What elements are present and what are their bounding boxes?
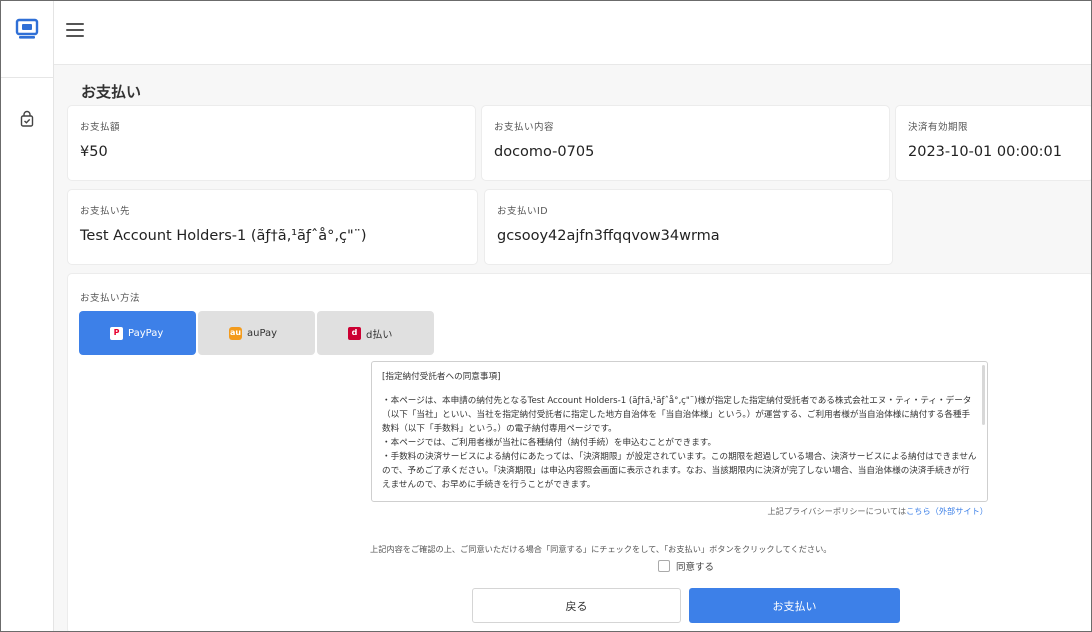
payment-id-value: gcsooy42ajfn3ffqqvow34wrma <box>497 228 720 244</box>
deadline-card: 決済有効期限 2023-10-01 00:00:01 <box>896 106 1091 180</box>
agree-label[interactable]: 同意する <box>676 559 714 573</box>
terms-heading: [指定納付受託者への同意事項] <box>382 372 501 382</box>
app-window: お支払い お支払額 ¥50 お支払い内容 docomo-0705 決済有効期限 … <box>0 0 1092 632</box>
privacy-note: 上記プライバシーポリシーについてはこちら（外部サイト） <box>68 505 988 517</box>
tab-paypay[interactable]: P PayPay <box>79 311 196 355</box>
payee-value: Test Account Holders-1 (ãƒ†ã‚¹ãƒˆå°‚ç"¨) <box>80 228 367 244</box>
menu-icon[interactable] <box>66 23 84 39</box>
content-card: お支払い内容 docomo-0705 <box>482 106 889 180</box>
dpay-icon: d <box>348 326 361 340</box>
payee-card: お支払い先 Test Account Holders-1 (ãƒ†ã‚¹ãƒˆå… <box>68 190 477 264</box>
privacy-text: 上記プライバシーポリシーについては <box>767 506 907 516</box>
deadline-label: 決済有効期限 <box>908 122 969 133</box>
top-bar <box>54 1 1091 65</box>
tab-dpay[interactable]: d d払い <box>317 311 434 355</box>
payee-label: お支払い先 <box>80 206 131 217</box>
content-value: docomo-0705 <box>494 144 595 160</box>
tab-aupay[interactable]: au auPay <box>198 311 315 355</box>
tab-label: PayPay <box>128 327 164 339</box>
payment-method-label: お支払い方法 <box>80 293 141 304</box>
amount-value: ¥50 <box>80 144 108 160</box>
agree-row[interactable]: 同意する <box>658 559 714 573</box>
shopping-bag-check-icon[interactable] <box>18 110 36 128</box>
tab-label: auPay <box>247 327 278 339</box>
payment-id-label: お支払いID <box>497 206 549 217</box>
aupay-icon: au <box>229 326 242 340</box>
paypay-icon: P <box>110 326 123 340</box>
agree-checkbox[interactable] <box>658 560 670 572</box>
amount-label: お支払額 <box>80 122 121 133</box>
sidebar-divider <box>1 77 54 78</box>
terms-textbox[interactable]: [指定納付受託者への同意事項] ・本ページは、本申請の納付先となるTest Ac… <box>371 361 988 502</box>
payment-method-tabs: P PayPay au auPay d d払い <box>79 311 434 355</box>
back-button[interactable]: 戻る <box>472 588 681 623</box>
payment-method-card: お支払い方法 P PayPay au auPay d d払い [指定納付受託者へ… <box>68 274 1091 631</box>
terms-scrollbar[interactable] <box>982 365 985 425</box>
terms-line: ・本ページは、本申請の納付先となるTest Account Holders-1 … <box>382 396 972 434</box>
amount-card: お支払額 ¥50 <box>68 106 475 180</box>
deadline-value: 2023-10-01 00:00:01 <box>908 144 1062 160</box>
payment-app-icon[interactable] <box>15 18 39 40</box>
terms-line: ・手数料の決済サービスによる納付にあたっては、「決済期限」が設定されています。こ… <box>382 452 977 490</box>
content-label: お支払い内容 <box>494 122 555 133</box>
terms-line: ・本ページでは、ご利用者様が当社に各種納付（納付手続）を申込むことができます。 <box>382 438 717 448</box>
privacy-link[interactable]: こちら（外部サイト） <box>906 506 988 516</box>
payment-id-card: お支払いID gcsooy42ajfn3ffqqvow34wrma <box>485 190 892 264</box>
tab-label: d払い <box>366 329 393 341</box>
pay-button[interactable]: お支払い <box>689 588 900 623</box>
page-title: お支払い <box>81 83 142 101</box>
consent-instruction: 上記内容をご確認の上、ご同意いただける場合「同意する」にチェックをして、「お支払… <box>370 544 832 554</box>
sidebar <box>1 1 54 631</box>
